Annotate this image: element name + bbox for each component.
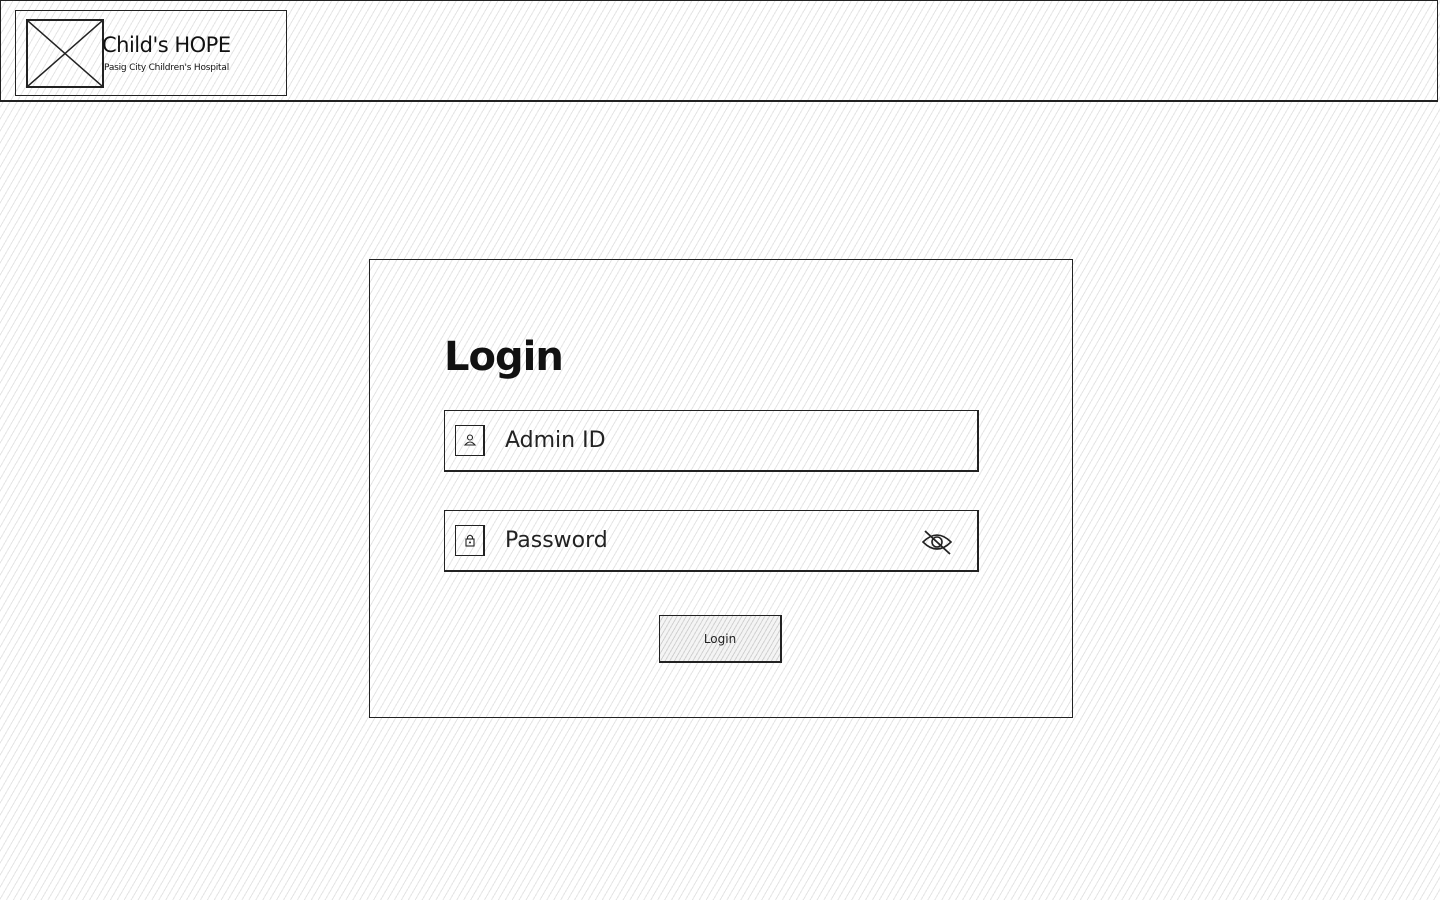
brand-name: Child's HOPE: [102, 33, 231, 57]
login-button[interactable]: Login: [659, 615, 782, 663]
app-header: Child's HOPE Pasig City Children's Hospi…: [0, 0, 1438, 102]
admin-id-field[interactable]: [444, 410, 979, 472]
password-input[interactable]: [505, 523, 905, 557]
user-icon: [455, 425, 485, 456]
lock-icon: [455, 525, 485, 556]
brand-subtitle: Pasig City Children's Hospital: [104, 63, 229, 73]
eye-slash-icon[interactable]: [921, 528, 953, 556]
login-title: Login: [444, 334, 564, 380]
image-placeholder-icon: [26, 19, 104, 88]
password-field[interactable]: [444, 510, 979, 572]
admin-id-input[interactable]: [505, 423, 905, 457]
login-card: Login Login: [369, 259, 1073, 718]
brand-block: Child's HOPE Pasig City Children's Hospi…: [15, 10, 287, 96]
